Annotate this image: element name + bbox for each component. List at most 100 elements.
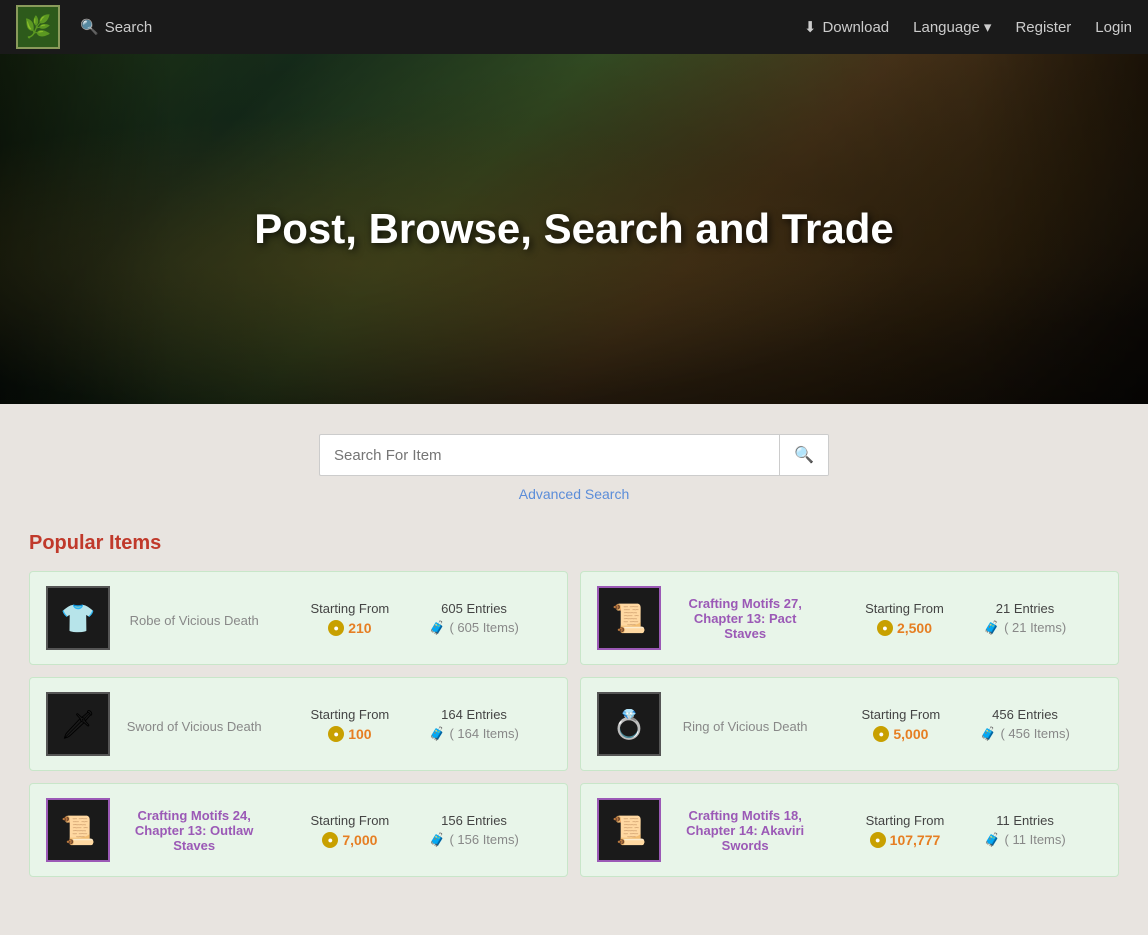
item-info-2: Crafting Motifs 27, Chapter 13: Pact Sta… xyxy=(677,596,813,641)
coin-icon-3: ● xyxy=(328,726,344,742)
item-thumb-5: 📜 xyxy=(46,798,110,862)
item-stats-4: Starting From ● 5,000 456 Entries 🧳 ( 45… xyxy=(829,707,1102,742)
item-entries-block-3: 164 Entries 🧳 ( 164 Items) xyxy=(429,707,519,742)
bag-icon-2: 🧳 xyxy=(984,620,1000,636)
search-section: 🔍 Advanced Search xyxy=(0,434,1148,502)
item-name-2: Crafting Motifs 27, Chapter 13: Pact Sta… xyxy=(677,596,813,641)
coin-icon-2: ● xyxy=(877,620,893,636)
item-stats-2: Starting From ● 2,500 21 Entries 🧳 ( 21 … xyxy=(829,601,1102,636)
coin-icon-5: ● xyxy=(322,832,338,848)
item-price-block-4: Starting From ● 5,000 xyxy=(862,707,941,742)
item-price-6: ● 107,777 xyxy=(870,832,941,848)
search-nav-icon: 🔍 xyxy=(80,18,99,36)
item-price-2: ● 2,500 xyxy=(877,620,932,636)
item-name-6: Crafting Motifs 18, Chapter 14: Akaviri … xyxy=(677,808,813,853)
navbar: 🌿 🔍 Search ⬇ Download Language ▾ Registe… xyxy=(0,0,1148,54)
item-thumb-1: 👕 xyxy=(46,586,110,650)
item-price-block-1: Starting From ● 210 xyxy=(311,601,390,636)
bag-icon-4: 🧳 xyxy=(980,726,996,742)
item-card-6[interactable]: 📜 Crafting Motifs 18, Chapter 14: Akavir… xyxy=(580,783,1119,877)
main-content: 🔍 Advanced Search Popular Items 👕 Robe o… xyxy=(0,404,1148,935)
site-logo[interactable]: 🌿 xyxy=(16,5,60,49)
item-price-block-5: Starting From ● 7,000 xyxy=(311,813,390,848)
item-stats-5: Starting From ● 7,000 156 Entries 🧳 ( 15… xyxy=(278,813,551,848)
item-info-5: Crafting Motifs 24, Chapter 13: Outlaw S… xyxy=(126,808,262,853)
item-price-block-6: Starting From ● 107,777 xyxy=(866,813,945,848)
item-price-5: ● 7,000 xyxy=(322,832,377,848)
item-price-block-2: Starting From ● 2,500 xyxy=(865,601,944,636)
hero-banner: Post, Browse, Search and Trade xyxy=(0,54,1148,404)
item-thumb-2: 📜 xyxy=(597,586,661,650)
register-link[interactable]: Register xyxy=(1015,19,1071,36)
item-thumb-6: 📜 xyxy=(597,798,661,862)
item-stats-1: Starting From ● 210 605 Entries 🧳 ( 605 … xyxy=(278,601,551,636)
starting-from-label-6: Starting From xyxy=(866,813,945,828)
item-name-1: Robe of Vicious Death xyxy=(130,613,259,628)
coin-icon-6: ● xyxy=(870,832,886,848)
item-info-1: Robe of Vicious Death xyxy=(126,609,262,628)
items-grid: 👕 Robe of Vicious Death Starting From ● … xyxy=(29,571,1119,877)
items-count-2: 🧳 ( 21 Items) xyxy=(984,620,1066,636)
bag-icon-6: 🧳 xyxy=(984,832,1000,848)
bag-icon-1: 🧳 xyxy=(429,620,445,636)
register-label: Register xyxy=(1015,19,1071,36)
entries-label-4: 456 Entries xyxy=(992,707,1058,722)
item-info-6: Crafting Motifs 18, Chapter 14: Akaviri … xyxy=(677,808,813,853)
search-submit-button[interactable]: 🔍 xyxy=(779,435,828,475)
item-info-4: Ring of Vicious Death xyxy=(677,715,813,734)
items-count-3: 🧳 ( 164 Items) xyxy=(429,726,519,742)
bag-icon-5: 🧳 xyxy=(429,832,445,848)
advanced-search-link[interactable]: Advanced Search xyxy=(519,486,630,502)
search-bar[interactable]: 🔍 xyxy=(319,434,829,476)
item-price-block-3: Starting From ● 100 xyxy=(311,707,390,742)
download-label: Download xyxy=(822,19,889,36)
download-link[interactable]: ⬇ Download xyxy=(804,18,889,36)
item-card-5[interactable]: 📜 Crafting Motifs 24, Chapter 13: Outlaw… xyxy=(29,783,568,877)
entries-label-5: 156 Entries xyxy=(441,813,507,828)
item-name-5: Crafting Motifs 24, Chapter 13: Outlaw S… xyxy=(126,808,262,853)
download-icon: ⬇ xyxy=(804,18,817,36)
item-price-4: ● 5,000 xyxy=(873,726,928,742)
search-input[interactable] xyxy=(320,437,779,474)
item-name-4: Ring of Vicious Death xyxy=(683,719,808,734)
navbar-right: ⬇ Download Language ▾ Register Login xyxy=(804,18,1132,36)
item-price-1: ● 210 xyxy=(328,620,371,636)
hero-title: Post, Browse, Search and Trade xyxy=(254,205,894,253)
item-card-4[interactable]: 💍 Ring of Vicious Death Starting From ● … xyxy=(580,677,1119,771)
item-entries-block-5: 156 Entries 🧳 ( 156 Items) xyxy=(429,813,519,848)
item-card-2[interactable]: 📜 Crafting Motifs 27, Chapter 13: Pact S… xyxy=(580,571,1119,665)
language-dropdown[interactable]: Language ▾ xyxy=(913,18,991,36)
item-stats-3: Starting From ● 100 164 Entries 🧳 ( 164 … xyxy=(278,707,551,742)
items-count-6: 🧳 ( 11 Items) xyxy=(984,832,1065,848)
language-dropdown-icon: ▾ xyxy=(984,18,992,36)
items-count-1: 🧳 ( 605 Items) xyxy=(429,620,519,636)
popular-items-section: Popular Items 👕 Robe of Vicious Death St… xyxy=(29,532,1119,877)
item-stats-6: Starting From ● 107,777 11 Entries 🧳 ( 1… xyxy=(829,813,1102,848)
entries-label-6: 11 Entries xyxy=(996,813,1054,828)
item-card-1[interactable]: 👕 Robe of Vicious Death Starting From ● … xyxy=(29,571,568,665)
advanced-search-label: Advanced Search xyxy=(519,486,630,502)
login-label: Login xyxy=(1095,19,1132,36)
starting-from-label-2: Starting From xyxy=(865,601,944,616)
coin-icon-4: ● xyxy=(873,726,889,742)
entries-label-1: 605 Entries xyxy=(441,601,507,616)
item-info-3: Sword of Vicious Death xyxy=(126,715,262,734)
item-entries-block-1: 605 Entries 🧳 ( 605 Items) xyxy=(429,601,519,636)
item-card-3[interactable]: 🗡 Sword of Vicious Death Starting From ●… xyxy=(29,677,568,771)
search-nav-label: Search xyxy=(105,19,153,36)
starting-from-label-4: Starting From xyxy=(862,707,941,722)
entries-label-2: 21 Entries xyxy=(996,601,1055,616)
item-price-3: ● 100 xyxy=(328,726,371,742)
starting-from-label-3: Starting From xyxy=(311,707,390,722)
search-nav-button[interactable]: 🔍 Search xyxy=(80,18,152,36)
item-entries-block-2: 21 Entries 🧳 ( 21 Items) xyxy=(984,601,1066,636)
login-link[interactable]: Login xyxy=(1095,19,1132,36)
item-name-3: Sword of Vicious Death xyxy=(127,719,262,734)
logo-icon: 🌿 xyxy=(24,14,51,40)
coin-icon-1: ● xyxy=(328,620,344,636)
popular-title: Popular Items xyxy=(29,532,1119,555)
item-entries-block-4: 456 Entries 🧳 ( 456 Items) xyxy=(980,707,1070,742)
item-thumb-4: 💍 xyxy=(597,692,661,756)
items-count-4: 🧳 ( 456 Items) xyxy=(980,726,1070,742)
item-thumb-3: 🗡 xyxy=(46,692,110,756)
